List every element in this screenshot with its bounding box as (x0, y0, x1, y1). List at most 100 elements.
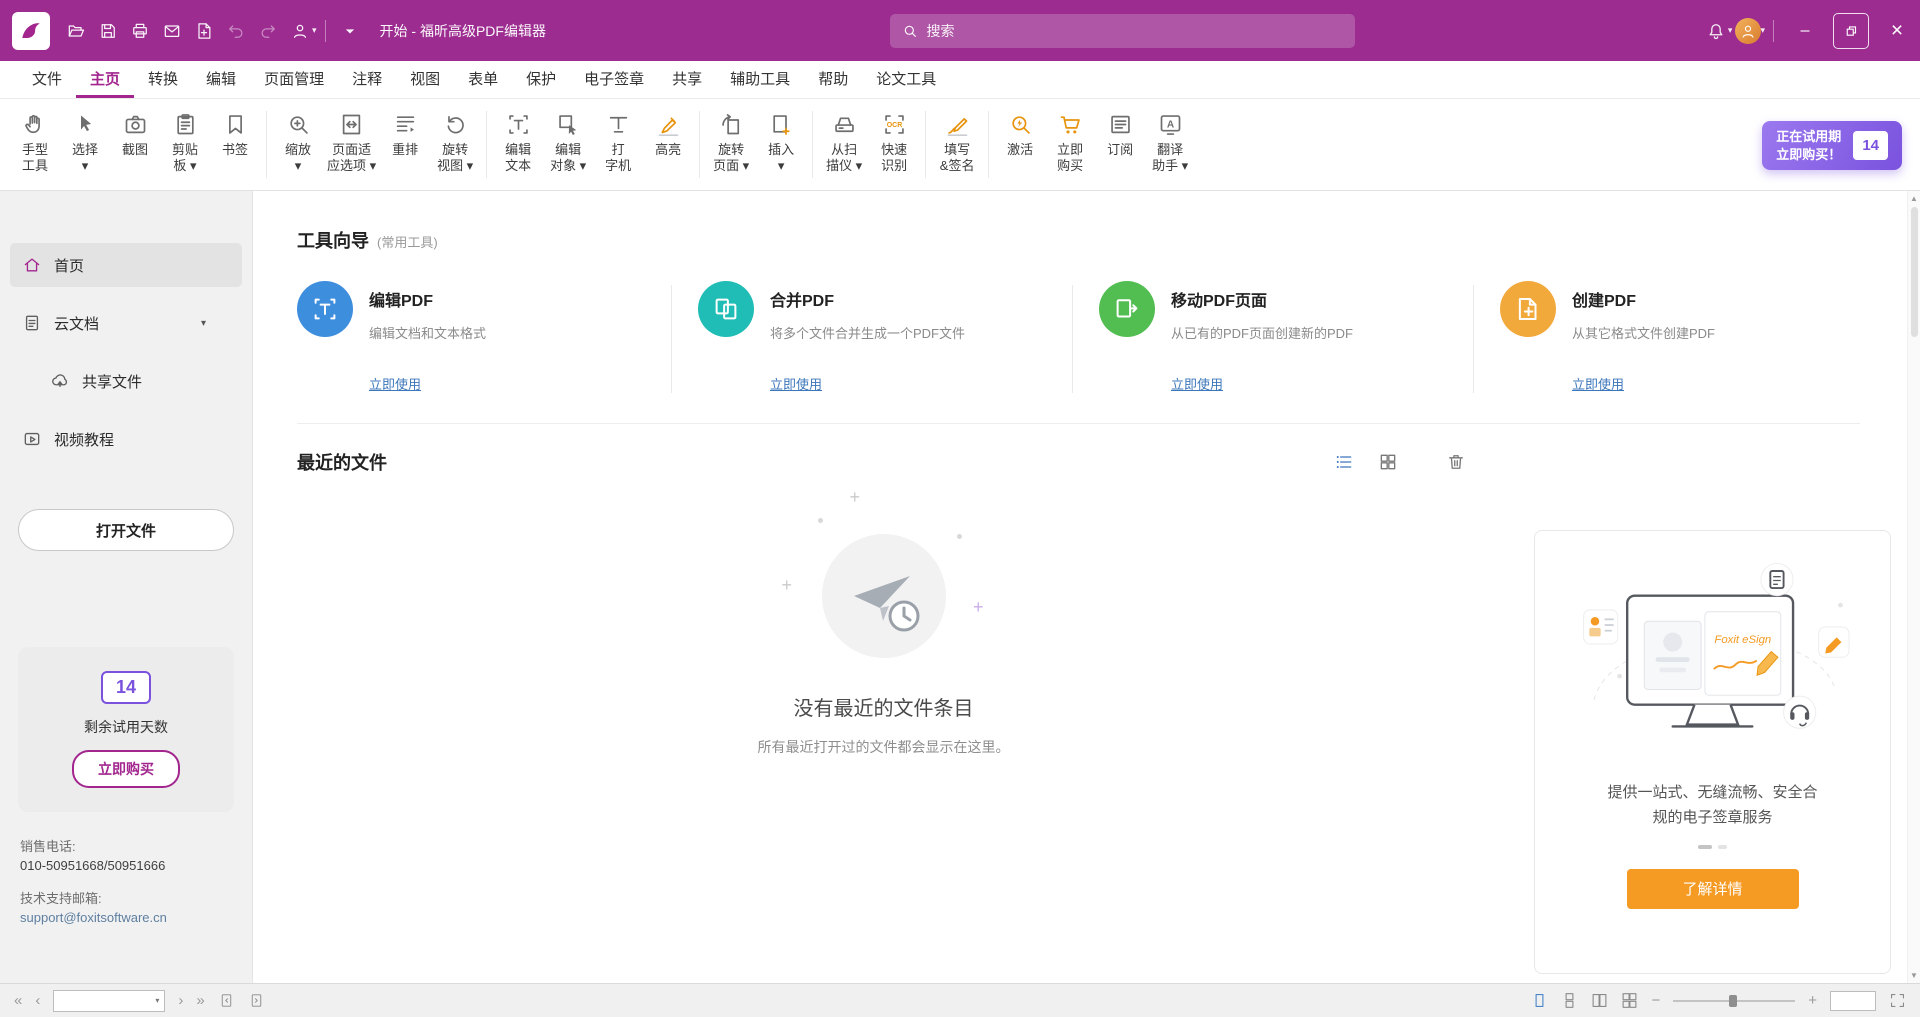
buy-now-button[interactable]: 立即 购买 (1045, 107, 1095, 176)
learn-more-button[interactable]: 了解详情 (1627, 869, 1799, 909)
menu-tab-view[interactable]: 视图 (396, 61, 454, 98)
edit-object-button[interactable]: 编辑 对象 ▾ (543, 107, 593, 176)
sidebar-item-cloud-docs[interactable]: 云文档 ▾ (10, 301, 242, 345)
notifications-caret-icon[interactable]: ▾ (1728, 25, 1733, 36)
zoom-percent-input[interactable] (1831, 993, 1875, 1011)
clipboard-button[interactable]: 剪贴 板 ▾ (160, 107, 210, 176)
quick-ocr-button[interactable]: OCR快速 识别 (869, 107, 919, 176)
chevron-down-icon[interactable]: ▾ (201, 318, 230, 329)
card-edit-pdf[interactable]: 编辑PDF 编辑文档和文本格式 立即使用 (297, 281, 657, 393)
hand-tool-button[interactable]: 手型 工具 (10, 107, 60, 176)
carousel-dot[interactable] (1718, 845, 1727, 849)
edit-text-button[interactable]: 编辑 文本 (493, 107, 543, 176)
use-now-link[interactable]: 立即使用 (1171, 374, 1459, 393)
menu-tab-convert[interactable]: 转换 (134, 61, 192, 98)
next-page-icon[interactable]: › (178, 993, 183, 1008)
menu-tab-file[interactable]: 文件 (18, 61, 76, 98)
undo-icon[interactable] (220, 14, 252, 48)
search-box[interactable] (890, 14, 1355, 48)
support-email-link[interactable]: support@foxitsoftware.cn (20, 909, 232, 928)
maximize-restore-button[interactable] (1828, 0, 1874, 61)
carousel-dot-active[interactable] (1698, 845, 1712, 849)
rotate-view-button[interactable]: 旋转 视图 ▾ (430, 107, 480, 176)
use-now-link[interactable]: 立即使用 (369, 374, 657, 393)
prev-page-icon[interactable]: ‹ (35, 993, 40, 1008)
zoom-slider-thumb[interactable] (1729, 995, 1737, 1007)
ribbon-collapse-icon[interactable] (334, 14, 366, 48)
menu-tab-page-manage[interactable]: 页面管理 (250, 61, 338, 98)
card-merge-pdf[interactable]: 合并PDF 将多个文件合并生成一个PDF文件 立即使用 (698, 281, 1058, 393)
scrollbar-thumb[interactable] (1911, 207, 1918, 337)
insert-pages-button[interactable]: 插入 ▾ (756, 107, 806, 176)
menu-tab-edit[interactable]: 编辑 (192, 61, 250, 98)
search-input[interactable] (926, 23, 1343, 39)
translate-assistant-button[interactable]: A翻译 助手 ▾ (1145, 107, 1195, 176)
zoom-percent-box[interactable] (1830, 991, 1876, 1011)
next-view-icon[interactable] (248, 992, 265, 1009)
close-button[interactable]: × (1874, 0, 1920, 61)
menu-tab-help[interactable]: 帮助 (804, 61, 862, 98)
export-pdf-icon[interactable] (188, 14, 220, 48)
page-number-input[interactable] (54, 994, 150, 1008)
typewriter-button[interactable]: 打 字机 (593, 107, 643, 176)
fullscreen-icon[interactable] (1889, 992, 1906, 1009)
sidebar-item-video-tutorials[interactable]: 视频教程 (10, 417, 242, 461)
page-fit-options-button[interactable]: 页面适 应选项 ▾ (323, 107, 380, 176)
menu-tab-share[interactable]: 共享 (658, 61, 716, 98)
use-now-link[interactable]: 立即使用 (770, 374, 1058, 393)
zoom-button[interactable]: 缩放 ▾ (273, 107, 323, 176)
fill-sign-button[interactable]: 填写 &签名 (932, 107, 982, 176)
menu-tab-protect[interactable]: 保护 (512, 61, 570, 98)
save-icon[interactable] (92, 14, 124, 48)
mail-icon[interactable] (156, 14, 188, 48)
page-dropdown-caret-icon[interactable]: ▾ (150, 996, 164, 1005)
clear-recent-trash-button[interactable] (1442, 448, 1470, 476)
list-view-button[interactable] (1330, 448, 1358, 476)
foxit-logo[interactable] (12, 12, 50, 50)
scroll-up-icon[interactable]: ▲ (1910, 194, 1918, 203)
continuous-view-icon[interactable] (1561, 992, 1578, 1009)
activate-button[interactable]: 激活 (995, 107, 1045, 160)
reflow-button[interactable]: 重排 (380, 107, 430, 160)
minimize-button[interactable] (1782, 0, 1828, 61)
page-number-box[interactable]: ▾ (53, 990, 165, 1012)
trial-buy-button[interactable]: 立即购买 (72, 750, 180, 788)
zoom-in-icon[interactable]: + (1808, 993, 1817, 1008)
open-file-icon[interactable] (60, 14, 92, 48)
menu-tab-form[interactable]: 表单 (454, 61, 512, 98)
bookmark-button[interactable]: 书签 (210, 107, 260, 160)
redo-icon[interactable] (252, 14, 284, 48)
content-scrollbar[interactable]: ▲ ▼ (1907, 191, 1920, 983)
sidebar-item-shared-files[interactable]: 共享文件 (10, 359, 242, 403)
account-menu-caret-icon[interactable]: ▾ (1760, 25, 1765, 36)
zoom-slider[interactable] (1673, 994, 1795, 1008)
menu-tab-esign[interactable]: 电子签章 (570, 61, 658, 98)
continuous-facing-view-icon[interactable] (1621, 992, 1638, 1009)
single-page-view-icon[interactable] (1531, 992, 1548, 1009)
open-file-button[interactable]: 打开文件 (18, 509, 234, 551)
zoom-out-icon[interactable]: − (1651, 993, 1660, 1008)
select-button[interactable]: 选择 ▾ (60, 107, 110, 176)
snapshot-button[interactable]: 截图 (110, 107, 160, 160)
sidebar-item-home[interactable]: 首页 (10, 243, 242, 287)
menu-tab-comment[interactable]: 注释 (338, 61, 396, 98)
subscribe-button[interactable]: 订阅 (1095, 107, 1145, 160)
previous-view-icon[interactable] (218, 992, 235, 1009)
print-icon[interactable] (124, 14, 156, 48)
from-scanner-button[interactable]: 从扫 描仪 ▾ (819, 107, 869, 176)
menu-tab-paper-tools[interactable]: 论文工具 (862, 61, 950, 98)
account-caret-icon[interactable]: ▾ (312, 25, 317, 36)
card-move-pdf-pages[interactable]: 移动PDF页面 从已有的PDF页面创建新的PDF 立即使用 (1099, 281, 1459, 393)
use-now-link[interactable]: 立即使用 (1572, 374, 1860, 393)
card-create-pdf[interactable]: 创建PDF 从其它格式文件创建PDF 立即使用 (1500, 281, 1860, 393)
first-page-icon[interactable]: « (14, 993, 22, 1008)
trial-period-badge[interactable]: 正在试用期 立即购买！ 14 (1762, 121, 1902, 170)
menu-tab-accessibility[interactable]: 辅助工具 (716, 61, 804, 98)
highlight-button[interactable]: 高亮 (643, 107, 693, 160)
scroll-down-icon[interactable]: ▼ (1910, 971, 1918, 980)
rotate-pages-button[interactable]: 旋转 页面 ▾ (706, 107, 756, 176)
menu-tab-home[interactable]: 主页 (76, 61, 134, 98)
last-page-icon[interactable]: » (196, 993, 204, 1008)
facing-view-icon[interactable] (1591, 992, 1608, 1009)
grid-view-button[interactable] (1374, 448, 1402, 476)
